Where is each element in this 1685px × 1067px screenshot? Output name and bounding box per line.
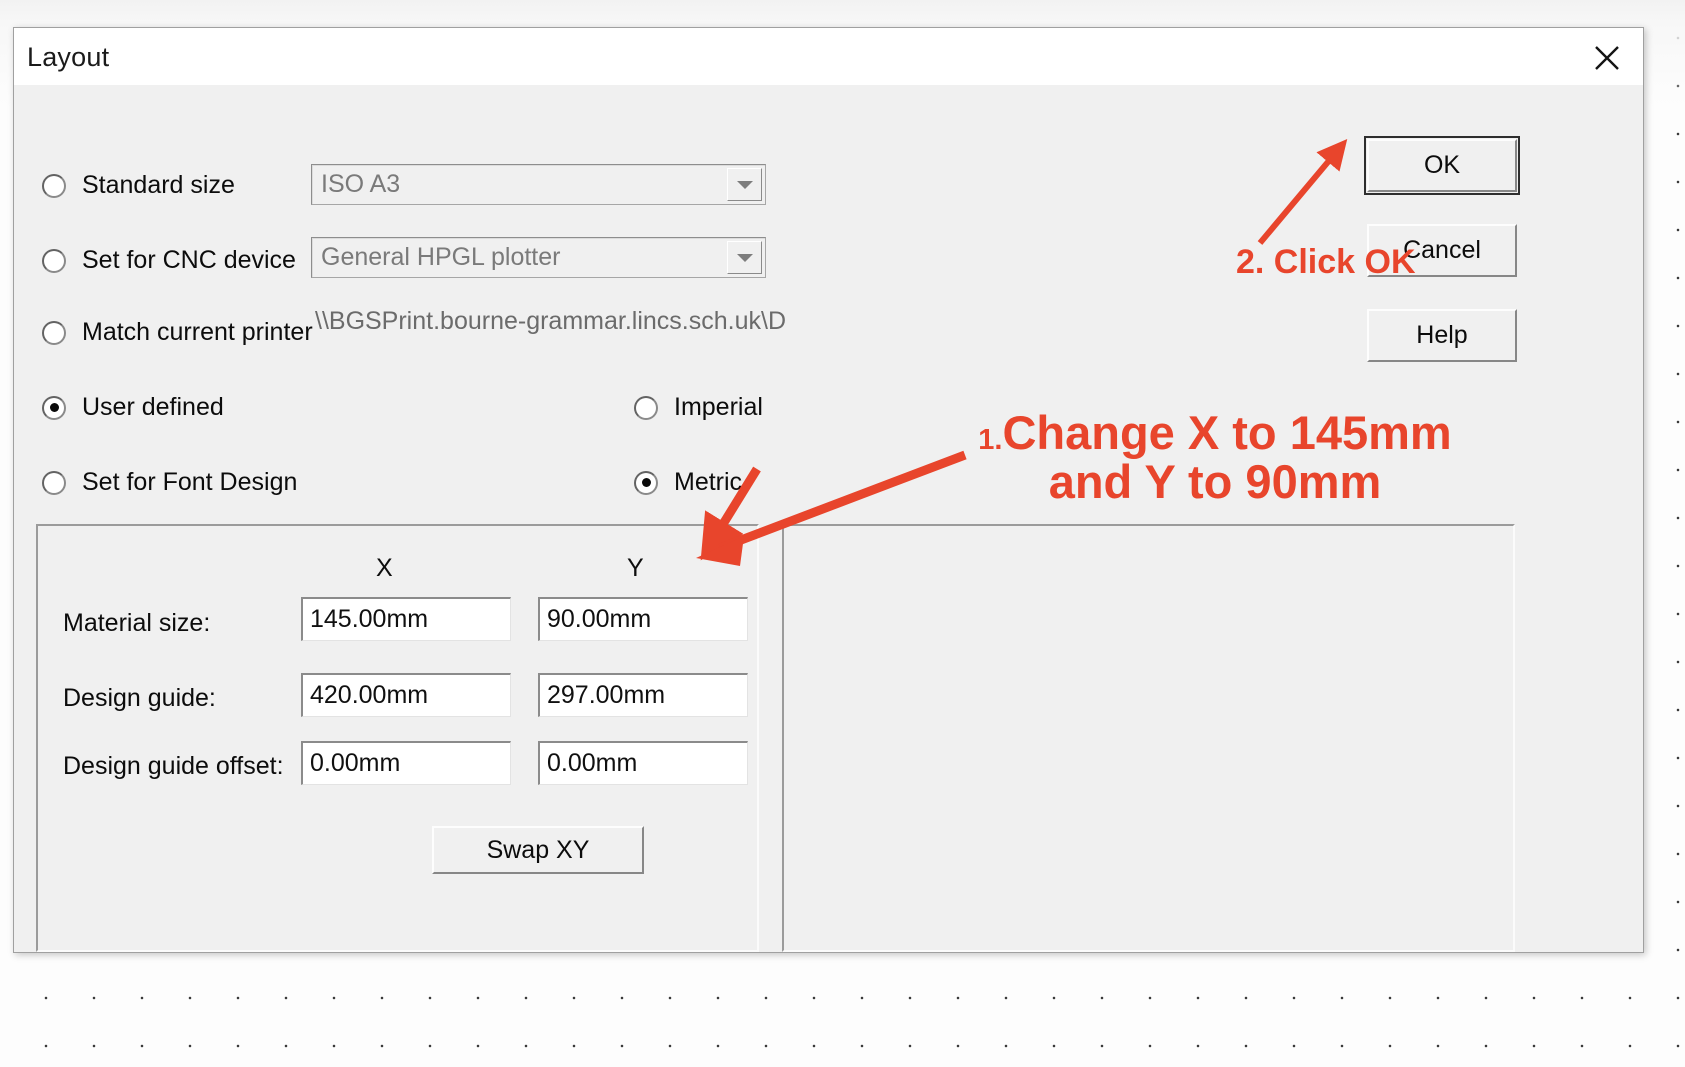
layout-dialog: Layout Standard size Set for CNC device …: [13, 27, 1644, 953]
design-guide-offset-x-input[interactable]: 0.00mm: [301, 741, 511, 785]
design-guide-y-input[interactable]: 297.00mm: [538, 673, 748, 717]
radio-row-font-design[interactable]: Set for Font Design: [42, 468, 297, 497]
radio-metric[interactable]: [634, 470, 658, 495]
radio-label-imperial: Imperial: [674, 393, 763, 421]
radio-label-standard-size: Standard size: [82, 171, 235, 199]
radio-imperial[interactable]: [634, 395, 658, 420]
dialog-title: Layout: [27, 42, 110, 72]
dialog-client-area: Standard size Set for CNC device Match c…: [14, 85, 1643, 952]
radio-label-user-defined: User defined: [82, 393, 224, 421]
radio-row-cnc-device[interactable]: Set for CNC device: [42, 246, 296, 275]
match-printer-value: \\BGSPrint.bourne-grammar.lincs.sch.uk\D: [315, 307, 786, 335]
swap-xy-button[interactable]: Swap XY: [432, 826, 644, 874]
material-size-y-input[interactable]: 90.00mm: [538, 597, 748, 641]
dialog-titlebar: Layout: [14, 28, 1643, 85]
design-guide-x-value: 420.00mm: [310, 681, 429, 709]
chevron-down-icon[interactable]: [727, 168, 762, 201]
ok-button[interactable]: OK: [1364, 136, 1520, 195]
radio-row-imperial[interactable]: Imperial: [634, 393, 763, 422]
design-guide-y-value: 297.00mm: [547, 681, 666, 709]
chevron-down-icon[interactable]: [727, 241, 762, 274]
cancel-button[interactable]: Cancel: [1367, 224, 1517, 277]
radio-row-metric[interactable]: Metric: [634, 468, 742, 497]
design-guide-offset-y-value: 0.00mm: [547, 749, 638, 777]
radio-cnc-device[interactable]: [42, 248, 66, 273]
row-label-design-guide-offset: Design guide offset:: [63, 752, 284, 780]
radio-row-match-printer[interactable]: Match current printer: [42, 318, 313, 347]
radio-standard-size[interactable]: [42, 173, 66, 198]
radio-font-design[interactable]: [42, 470, 66, 495]
material-size-x-value: 145.00mm: [310, 605, 429, 633]
close-icon[interactable]: [1587, 40, 1627, 76]
radio-label-cnc-device: Set for CNC device: [82, 246, 296, 274]
design-guide-x-input[interactable]: 420.00mm: [301, 673, 511, 717]
radio-label-match-printer: Match current printer: [82, 318, 313, 346]
standard-size-combo-value: ISO A3: [321, 170, 401, 198]
design-guide-offset-y-input[interactable]: 0.00mm: [538, 741, 748, 785]
radio-label-font-design: Set for Font Design: [82, 468, 298, 496]
radio-user-defined[interactable]: [42, 395, 66, 420]
standard-size-combo[interactable]: ISO A3: [311, 164, 766, 205]
material-size-x-input[interactable]: 145.00mm: [301, 597, 511, 641]
size-group-box: X Y Material size: 145.00mm 90.00mm Desi…: [36, 524, 759, 952]
radio-row-standard-size[interactable]: Standard size: [42, 171, 235, 200]
radio-label-metric: Metric: [674, 468, 743, 496]
help-button[interactable]: Help: [1367, 309, 1517, 362]
radio-match-printer[interactable]: [42, 320, 66, 345]
column-header-x: X: [376, 554, 393, 582]
row-label-design-guide: Design guide:: [63, 684, 216, 712]
cnc-device-combo-value: General HPGL plotter: [321, 243, 561, 271]
row-label-material-size: Material size:: [63, 609, 211, 637]
radio-row-user-defined[interactable]: User defined: [42, 393, 224, 422]
cnc-device-combo[interactable]: General HPGL plotter: [311, 237, 766, 278]
material-size-y-value: 90.00mm: [547, 605, 652, 633]
preview-group-box: [782, 524, 1515, 952]
column-header-y: Y: [627, 554, 644, 582]
design-guide-offset-x-value: 0.00mm: [310, 749, 401, 777]
